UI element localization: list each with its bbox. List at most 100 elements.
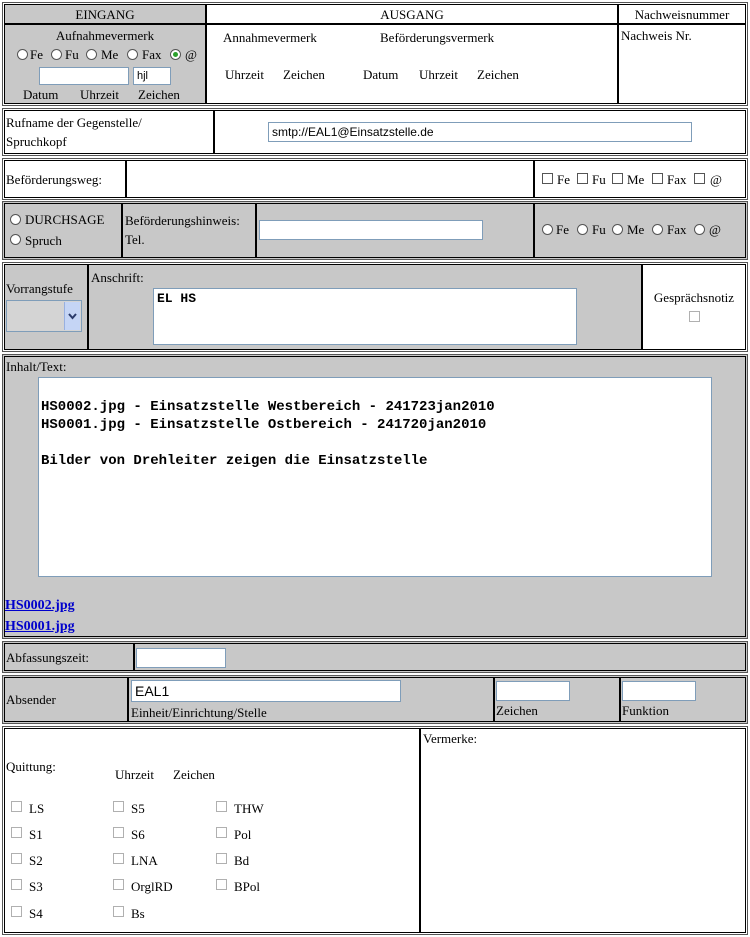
eingang-header: EINGANG (4, 4, 206, 24)
quittung-check-s5[interactable] (113, 801, 124, 812)
quittung-check-s1[interactable] (11, 827, 22, 838)
befoerderungshinweis-label: Beförderungshinweis: (125, 213, 240, 228)
nachweisnummer-title: Nachweisnummer (634, 7, 730, 22)
rufname-label-cell: Rufname der Gegenstelle/ Spruchkopf (4, 110, 214, 154)
chevron-down-icon (64, 302, 80, 330)
quittung-check-s3[interactable] (11, 879, 22, 890)
absender-einheit-input[interactable] (131, 680, 401, 702)
befoerderung-datum-label: Datum (363, 67, 399, 82)
nachweisnummer-header: Nachweisnummer (618, 4, 746, 24)
befoerderungshinweis-input[interactable] (259, 220, 483, 240)
durchsage-radio-email[interactable] (694, 224, 705, 235)
quittung-check-lna[interactable] (113, 853, 124, 864)
zeichen-input[interactable] (133, 67, 171, 85)
datum-label: Datum (23, 87, 59, 102)
quittung-uhrzeit-label: Uhrzeit (115, 767, 154, 782)
absender-zeichen-cell: Zeichen (494, 677, 620, 722)
quittung-check-label: LS (29, 801, 45, 816)
quittung-check-s6[interactable] (113, 827, 124, 838)
inhalt-textarea[interactable]: HS0002.jpg - Einsatzstelle Westbereich -… (38, 377, 712, 577)
quittung-check-label: S1 (29, 827, 43, 842)
quittung-check-orglrd[interactable] (113, 879, 124, 890)
befoerderung-uhrzeit-label: Uhrzeit (419, 67, 458, 82)
tel-label: Tel. (125, 232, 145, 247)
eingang-radio-label: Fu (65, 47, 79, 62)
durchsage-radio-label: Fu (592, 222, 606, 237)
quittung-check-label: S5 (131, 801, 145, 816)
quittung-check-label: S4 (29, 906, 43, 921)
ausgang-header: AUSGANG (206, 4, 618, 24)
gespraechsnotiz-label: Gesprächsnotiz (653, 290, 735, 305)
anschrift-textarea[interactable]: EL HS (153, 288, 577, 345)
eingang-panel: Aufnahmevermerk Fe Fu Me Fax @ Datum Uhr… (4, 24, 206, 104)
quittung-check-bpol[interactable] (216, 879, 227, 890)
durchsage-radio-fax[interactable] (652, 224, 663, 235)
datum-uhrzeit-input[interactable] (39, 67, 129, 85)
spruch-label: Spruch (25, 233, 62, 248)
weg-check-me[interactable] (612, 173, 623, 184)
abfassung-label-cell: Abfassungszeit: (4, 643, 134, 671)
eingang-radio-fe[interactable] (17, 49, 28, 60)
einheit-label: Einheit/Einrichtung/Stelle (131, 705, 267, 720)
quittung-check-bd[interactable] (216, 853, 227, 864)
rufname-value-cell (214, 110, 746, 154)
vorrangstufe-select[interactable] (6, 300, 82, 332)
eingang-radio-email[interactable] (170, 49, 181, 60)
durchsage-options-cell: DURCHSAGE Spruch (4, 203, 122, 258)
attachment-link-hs0002[interactable]: HS0002.jpg (5, 598, 75, 614)
weg-check-label: Me (627, 172, 645, 187)
eingang-radio-label: Me (101, 47, 119, 62)
befoerderungsweg-checks-cell: Fe Fu Me Fax @ (534, 160, 746, 198)
durchsage-radio-fe[interactable] (542, 224, 553, 235)
weg-check-label: Fe (557, 172, 570, 187)
quittung-check-label: S2 (29, 853, 43, 868)
eingang-radio-label: Fax (142, 47, 162, 62)
durchsage-radio-me[interactable] (612, 224, 623, 235)
vorrangstufe-label: Vorrangstufe (6, 281, 73, 296)
quittung-check-s4[interactable] (11, 906, 22, 917)
anschrift-label: Anschrift: (91, 270, 144, 285)
befoerderungsweg-label: Beförderungsweg: (6, 172, 103, 187)
abfassungszeit-label: Abfassungszeit: (6, 650, 90, 665)
durchsage-radio-label: Fe (556, 222, 569, 237)
durchsage-radio-label: Me (627, 222, 645, 237)
durchsage-radio-label: Fax (667, 222, 687, 237)
quittung-check-s2[interactable] (11, 853, 22, 864)
abfassung-value-cell (134, 643, 746, 671)
durchsage-radios-cell: Fe Fu Me Fax @ (534, 203, 746, 258)
gespraechsnotiz-checkbox[interactable] (689, 311, 700, 322)
quittung-check-bs[interactable] (113, 906, 124, 917)
eingang-title: EINGANG (75, 7, 135, 22)
durchsage-radio[interactable] (10, 214, 21, 225)
rufname-label-line1: Rufname der Gegenstelle/ (6, 115, 142, 130)
befoerderung-zeichen-label: Zeichen (477, 67, 519, 82)
weg-check-label: Fax (667, 172, 687, 187)
nachweis-nr-label: Nachweis Nr. (621, 28, 692, 43)
weg-check-fax[interactable] (652, 173, 663, 184)
durchsage-radio-fu[interactable] (577, 224, 588, 235)
absender-funktion-input[interactable] (622, 681, 696, 701)
weg-check-fu[interactable] (577, 173, 588, 184)
befoerderungshinweis-value-cell (256, 203, 534, 258)
quittung-check-label: Bd (234, 853, 250, 868)
durchsage-radio-label: @ (709, 222, 721, 237)
quittung-check-pol[interactable] (216, 827, 227, 838)
annahme-uhrzeit-label: Uhrzeit (225, 67, 264, 82)
nachweis-panel: Nachweis Nr. (618, 24, 746, 104)
weg-check-email[interactable] (694, 173, 705, 184)
quittung-check-thw[interactable] (216, 801, 227, 812)
abfassungszeit-input[interactable] (136, 648, 226, 668)
rufname-input[interactable] (268, 122, 692, 142)
spruch-radio[interactable] (10, 234, 21, 245)
absender-zeichen-input[interactable] (496, 681, 570, 701)
eingang-radio-fax[interactable] (127, 49, 138, 60)
gespraechsnotiz-cell: Gesprächsnotiz (642, 264, 746, 350)
anschrift-cell: Anschrift: EL HS (88, 264, 642, 350)
quittung-label: Quittung: (6, 759, 56, 774)
quittung-check-ls[interactable] (11, 801, 22, 812)
eingang-radio-fu[interactable] (51, 49, 62, 60)
weg-check-fe[interactable] (542, 173, 553, 184)
attachment-link-hs0001[interactable]: HS0001.jpg (5, 619, 75, 635)
befoerderungsvermerk-label: Beförderungsvermerk (380, 30, 495, 45)
eingang-radio-me[interactable] (86, 49, 97, 60)
